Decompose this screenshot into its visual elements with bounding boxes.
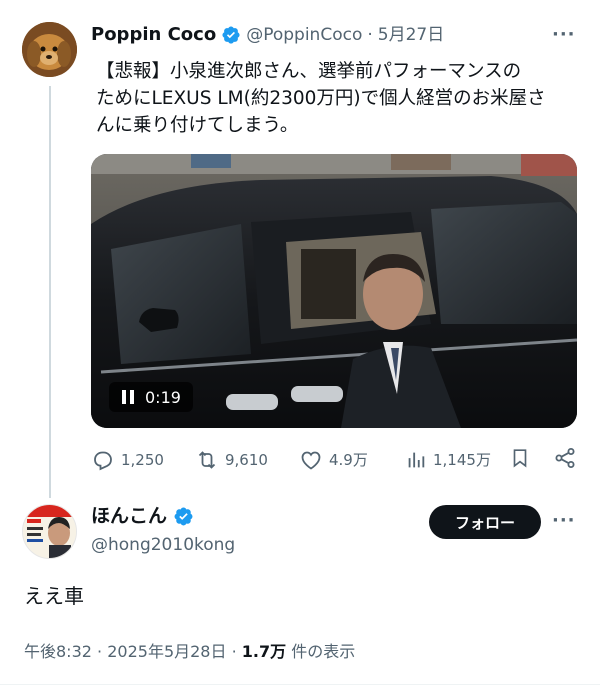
share-button[interactable] [553,446,577,470]
views-icon [408,452,425,468]
more-options-icon[interactable]: ··· [552,510,576,531]
reply-view-count[interactable]: 1.7万 [242,642,286,661]
share-icon [555,448,575,468]
like-button[interactable]: 4.9万 [299,446,368,474]
pause-icon[interactable] [121,389,135,405]
tweet-action-bar: 1,250 9,610 4.9万 1,145万 [91,446,577,474]
reply-view-label[interactable]: 件の表示 [291,642,355,661]
meta-separator: · [231,642,237,661]
retweet-button[interactable]: 9,610 [195,446,268,474]
bookmark-icon [513,449,527,468]
tweet-date[interactable]: 5月27日 [378,24,444,46]
reply-meta: 午後8:32 · 2025年5月28日 · 1.7万 件の表示 [24,640,355,664]
bookmark-button[interactable] [509,446,531,470]
header-separator: · [367,25,373,45]
like-count: 4.9万 [329,451,368,469]
more-options-icon[interactable]: ··· [552,24,576,45]
tweet-text-line: 【悲報】小泉進次郎さん、選挙前パフォーマンスの [96,61,522,82]
retweet-count: 9,610 [225,451,268,469]
tweet-text-line: ためにLEXUS LM(約2300万円)で個人経営のお米屋さ [96,88,546,109]
views-button[interactable]: 1,145万 [405,446,491,474]
reply-button[interactable]: 1,250 [91,446,164,474]
divider [0,684,600,685]
verified-badge-icon [222,26,240,44]
avatar-hong2010kong[interactable] [22,504,77,559]
author-handle[interactable]: @PoppinCoco [246,24,362,46]
reply-text: ええ車 [24,584,84,608]
meta-separator: · [97,642,103,661]
reply-author-name[interactable]: ほんこん [91,505,167,527]
reply-author-handle[interactable]: @hong2010kong [91,534,235,556]
retweet-icon [198,451,216,469]
thread-connector-line [49,86,51,498]
reply-time[interactable]: 午後8:32 [24,642,92,661]
video-timestamp: 0:19 [145,387,181,407]
avatar-poppincoco[interactable] [22,22,77,77]
reply-date[interactable]: 2025年5月28日 [107,642,226,661]
verified-badge-icon [174,507,193,525]
tweet-text: 【悲報】小泉進次郎さん、選挙前パフォーマンスの ためにLEXUS LM(約230… [96,58,566,139]
tweet-text-line: んに乗り付けてしまう。 [96,115,299,136]
follow-button[interactable]: フォロー [429,505,541,539]
view-count: 1,145万 [433,451,491,469]
tweet-header: Poppin Coco @PoppinCoco · 5月27日 [91,24,444,46]
reply-count: 1,250 [121,451,164,469]
author-name[interactable]: Poppin Coco [91,24,216,46]
reply-icon [94,451,112,471]
reply-header: ほんこん [91,505,194,527]
video-controls[interactable]: 0:19 [109,382,193,412]
like-icon [301,451,321,470]
tweet-video[interactable]: 0:19 [91,154,577,428]
